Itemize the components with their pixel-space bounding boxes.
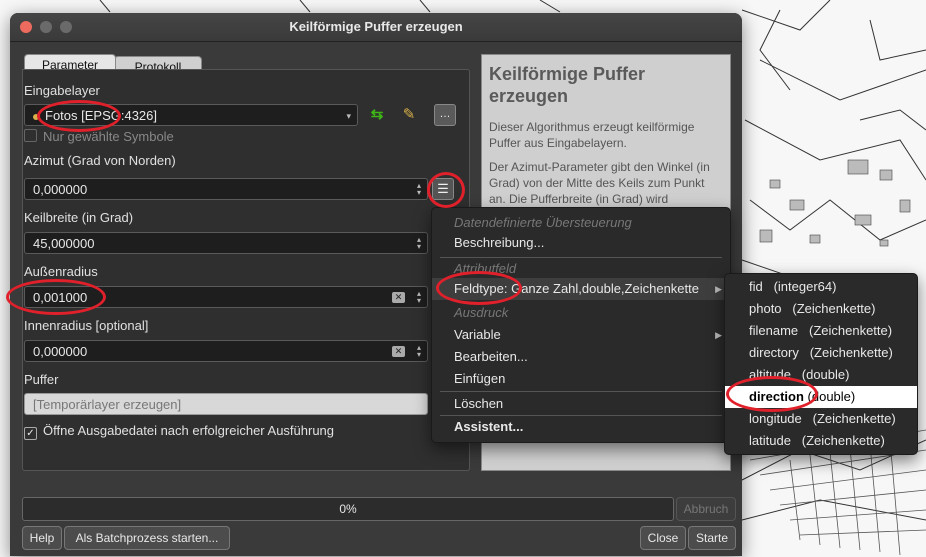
help-paragraph-1: Dieser Algorithmus erzeugt keilförmige P…: [489, 120, 695, 150]
chevron-right-icon: ▶: [715, 330, 722, 340]
data-defined-context-menu: Datendefinierte Übersteuerung Beschreibu…: [431, 207, 731, 443]
help-paragraph-2: Der Azimut-Parameter gibt den Winkel (in…: [489, 160, 710, 206]
variable-label: Variable: [454, 327, 501, 342]
puffer-placeholder: [Temporärlayer erzeugen]: [33, 397, 182, 412]
submenu-item-fid[interactable]: fid (integer64): [725, 276, 917, 298]
field-name: latitude: [749, 433, 791, 448]
oeffne-ausgabedatei-checkbox[interactable]: ✓ Öffne Ausgabedatei nach erfolgreicher A…: [24, 423, 334, 440]
azimut-input[interactable]: 0,000000 ▴ ▾: [24, 178, 428, 200]
azimut-spinner[interactable]: ▴ ▾: [415, 182, 423, 197]
keilbreite-input[interactable]: 45,000000 ▴ ▾: [24, 232, 428, 254]
field-name: longitude: [749, 411, 802, 426]
aussenradius-spinner[interactable]: ▴ ▾: [415, 290, 423, 305]
menu-item-bearbeiten[interactable]: Bearbeiten...: [432, 346, 730, 368]
submenu-item-longitude[interactable]: longitude (Zeichenkette): [725, 408, 917, 430]
starte-button[interactable]: Starte: [688, 526, 736, 550]
field-type: (Zeichenkette): [812, 411, 896, 426]
menu-item-einfuegen[interactable]: Einfügen: [432, 368, 730, 390]
azimut-label: Azimut (Grad von Norden): [24, 153, 176, 168]
field-name: filename: [749, 323, 799, 338]
innenradius-value: 0,000000: [33, 344, 88, 359]
puffer-output-field[interactable]: [Temporärlayer erzeugen]: [24, 393, 428, 415]
clear-icon[interactable]: ✕: [392, 346, 405, 357]
checkbox-icon: [24, 129, 37, 142]
field-type: (Zeichenkette): [801, 433, 885, 448]
progress-label: 0%: [339, 502, 357, 516]
menu-item-variable[interactable]: Variable ▶: [432, 324, 730, 346]
field-name: directory: [749, 345, 799, 360]
field-name: fid: [749, 279, 763, 294]
annotation-circle-eingabelayer: [37, 100, 121, 132]
window-title: Keilförmige Puffer erzeugen: [289, 19, 463, 34]
menu-header: Datendefinierte Übersteuerung: [454, 215, 632, 230]
eingabelayer-label: Eingabelayer: [24, 83, 100, 98]
nur-gewaehlte-label: Nur gewählte Symbole: [43, 129, 174, 144]
innenradius-spinner[interactable]: ▴ ▾: [415, 344, 423, 359]
nur-gewaehlte-checkbox[interactable]: Nur gewählte Symbole: [24, 129, 174, 144]
field-type: (Zeichenkette): [792, 301, 876, 316]
batch-button[interactable]: Als Batchprozess starten...: [64, 526, 230, 550]
menu-item-beschreibung[interactable]: Beschreibung...: [432, 232, 730, 254]
azimut-value: 0,000000: [33, 182, 88, 197]
innenradius-input[interactable]: 0,000000 ✕ ▴ ▾: [24, 340, 428, 362]
clear-icon[interactable]: ✕: [392, 292, 405, 303]
wrench-icon[interactable]: ✎: [398, 104, 420, 126]
field-type: (Zeichenkette): [808, 323, 893, 338]
help-title: Keilförmige Puffer erzeugen: [489, 64, 646, 106]
field-submenu: fid (integer64) photo (Zeichenkette) fil…: [724, 273, 918, 455]
annotation-circle-aussenradius: [6, 279, 106, 315]
menu-section-ausdruck: Ausdruck: [454, 305, 509, 320]
menu-separator: [440, 391, 722, 392]
submenu-item-latitude[interactable]: latitude (Zeichenkette): [725, 430, 917, 452]
puffer-label: Puffer: [24, 372, 59, 387]
keilbreite-label: Keilbreite (in Grad): [24, 210, 134, 225]
innenradius-label: Innenradius [optional]: [24, 318, 149, 333]
checkmark-icon: ✓: [24, 427, 37, 440]
annotation-circle-direction: [726, 376, 818, 412]
field-type: (integer64): [773, 279, 837, 294]
field-type: (Zeichenkette): [809, 345, 893, 360]
iterate-icon[interactable]: ⇆: [366, 104, 388, 126]
field-type: (double): [801, 367, 850, 382]
chevron-down-icon: ▾: [346, 111, 351, 121]
chevron-right-icon: ▶: [715, 284, 722, 294]
oeffne-label: Öffne Ausgabedatei nach erfolgreicher Au…: [43, 423, 335, 438]
progress-bar: 0%: [22, 497, 674, 521]
title-bar: Keilförmige Puffer erzeugen: [10, 13, 742, 42]
browse-button[interactable]: …: [434, 104, 456, 126]
submenu-item-photo[interactable]: photo (Zeichenkette): [725, 298, 917, 320]
annotation-circle-override-button: [427, 172, 465, 208]
close-button[interactable]: Close: [640, 526, 686, 550]
menu-item-loeschen[interactable]: Löschen: [432, 393, 730, 415]
aussenradius-label: Außenradius: [24, 264, 98, 279]
field-name: photo: [749, 301, 782, 316]
annotation-circle-feldtype: [436, 271, 522, 305]
menu-item-assistent[interactable]: Assistent...: [432, 416, 730, 438]
submenu-item-filename[interactable]: filename (Zeichenkette): [725, 320, 917, 342]
abbruch-button[interactable]: Abbruch: [676, 497, 736, 521]
submenu-item-directory[interactable]: directory (Zeichenkette): [725, 342, 917, 364]
keilbreite-spinner[interactable]: ▴ ▾: [415, 236, 423, 251]
keilbreite-value: 45,000000: [33, 236, 95, 251]
help-button[interactable]: Help: [22, 526, 62, 550]
